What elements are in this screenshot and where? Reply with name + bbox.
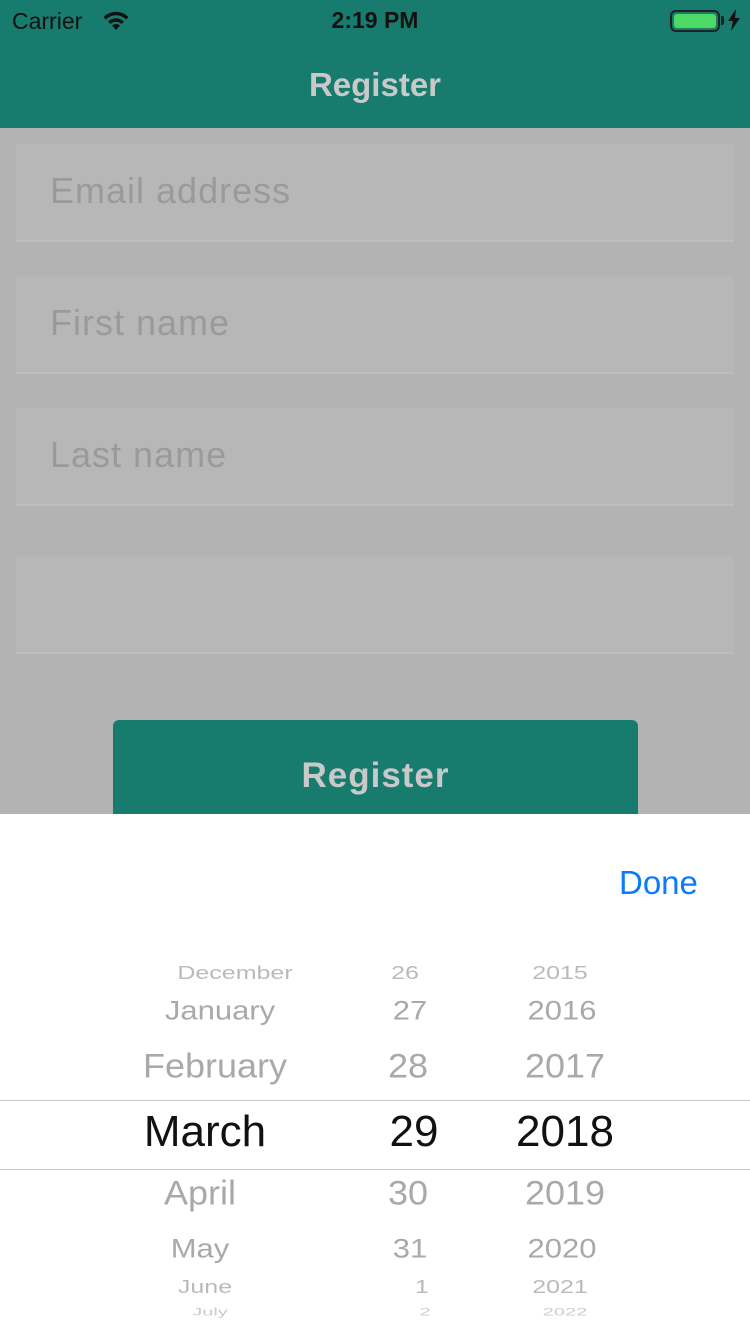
- picker-item[interactable]: 26: [365, 964, 445, 983]
- email-field[interactable]: Email address: [16, 144, 734, 242]
- picker-item[interactable]: 2014: [495, 950, 635, 952]
- picker-item[interactable]: December: [125, 964, 345, 983]
- date-picker-sheet: Done November December January February Marc…: [0, 814, 750, 1334]
- picker-item[interactable]: 1: [382, 1278, 462, 1297]
- picker-item[interactable]: November: [135, 950, 355, 952]
- picker-item[interactable]: 2021: [490, 1278, 630, 1297]
- battery-icon: [670, 10, 720, 32]
- picker-item[interactable]: April: [90, 1175, 310, 1211]
- last-name-field[interactable]: Last name: [16, 408, 734, 506]
- picker-item[interactable]: 25: [370, 950, 450, 952]
- picker-item[interactable]: 2: [385, 1307, 465, 1318]
- picker-selected-item[interactable]: 2018: [495, 1110, 635, 1154]
- done-button[interactable]: Done: [619, 864, 698, 902]
- picker-item[interactable]: February: [105, 1048, 325, 1084]
- status-bar: Carrier 2:19 PM: [0, 0, 750, 40]
- day-wheel[interactable]: 2526272829303112: [370, 950, 450, 1320]
- date-picker[interactable]: November December January February March Apri…: [0, 950, 750, 1320]
- year-wheel[interactable]: 201420152016201720182019202020212022: [495, 950, 635, 1320]
- picker-item[interactable]: 27: [370, 997, 450, 1024]
- month-wheel[interactable]: NovemberDecemberJanuaryFebruaryMarchApri…: [100, 950, 320, 1320]
- email-placeholder: Email address: [50, 170, 292, 211]
- register-form: Email address First name Last name Regis…: [0, 128, 750, 830]
- picker-selected-item[interactable]: 29: [374, 1110, 454, 1154]
- charging-bolt-icon: [728, 9, 740, 31]
- picker-selected-item[interactable]: March: [95, 1110, 315, 1154]
- picker-item[interactable]: 31: [370, 1235, 450, 1262]
- picker-item[interactable]: July: [100, 1307, 320, 1318]
- picker-item[interactable]: 2017: [495, 1048, 635, 1084]
- picker-item[interactable]: 2019: [495, 1175, 635, 1211]
- picker-item[interactable]: 2020: [492, 1235, 632, 1262]
- battery-nub: [721, 16, 724, 25]
- picker-item[interactable]: January: [110, 997, 330, 1024]
- first-name-placeholder: First name: [50, 302, 231, 343]
- first-name-field[interactable]: First name: [16, 276, 734, 374]
- picker-item[interactable]: 2015: [490, 964, 630, 983]
- register-button-label: Register: [301, 756, 450, 795]
- picker-item[interactable]: 2022: [495, 1307, 635, 1318]
- picker-item[interactable]: June: [95, 1278, 315, 1297]
- picker-item[interactable]: 30: [368, 1175, 448, 1211]
- clock: 2:19 PM: [331, 7, 419, 33]
- picker-item[interactable]: 28: [368, 1048, 448, 1084]
- last-name-placeholder: Last name: [50, 434, 228, 475]
- picker-item[interactable]: May: [90, 1235, 310, 1262]
- navigation-bar: Register: [0, 40, 750, 128]
- picker-item[interactable]: 2016: [492, 997, 632, 1024]
- birth-date-field[interactable]: [16, 556, 734, 654]
- page-title: Register: [308, 66, 442, 103]
